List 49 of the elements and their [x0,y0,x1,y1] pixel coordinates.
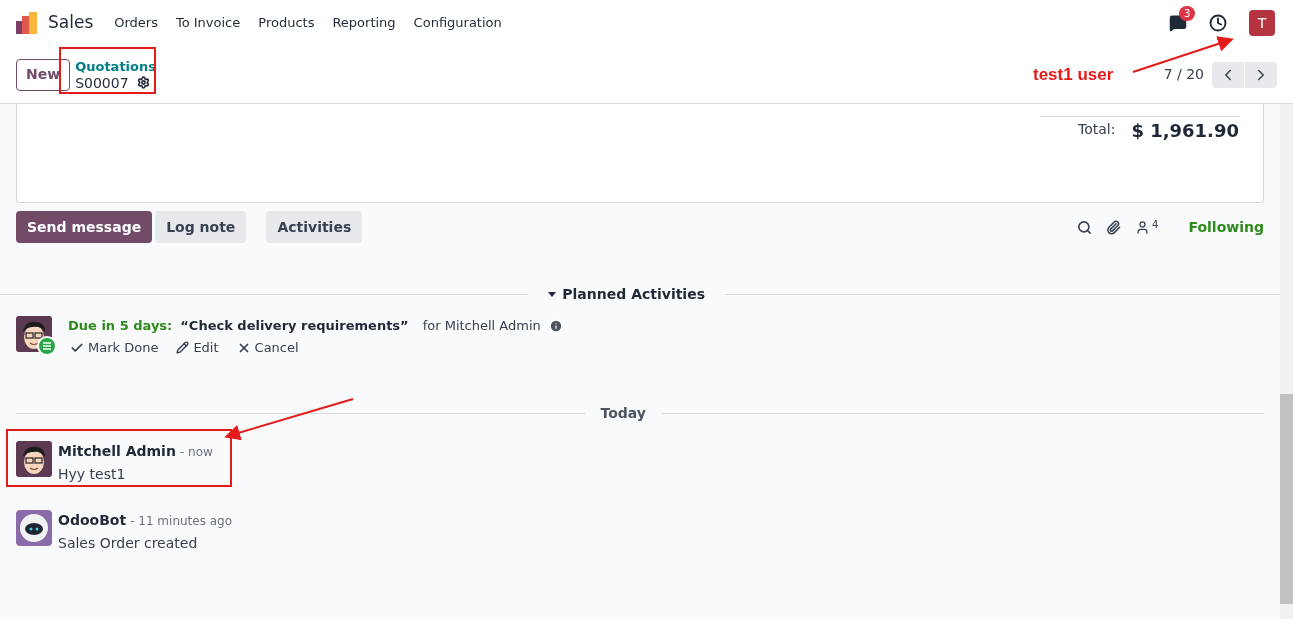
menu-item[interactable]: To Invoice [175,13,241,33]
new-button[interactable]: New [16,58,71,91]
activity-assignee: for Mitchell Admin [422,316,541,335]
activity-action-button[interactable]: Edit [176,338,219,358]
menu-item[interactable]: Orders [114,13,158,33]
next-button[interactable] [1245,61,1277,88]
paperclip-icon[interactable] [1106,219,1122,235]
message-author[interactable]: OdooBot [58,509,127,531]
clock-icon[interactable] [1209,14,1227,32]
message-count-badge: 3 [1179,6,1196,21]
record-name: S00007 [75,74,129,91]
activity-action-button[interactable]: Cancel [236,338,299,358]
chatter-button[interactable]: Activities [266,211,363,243]
pager-value: 7 / 20 [1163,65,1204,84]
search-icon[interactable] [1077,219,1093,235]
chatter-button[interactable]: Log note [155,211,247,243]
message-author[interactable]: Mitchell Admin [58,440,176,462]
cartoon-avatar-icon [16,440,52,477]
activity-type-icon [37,336,57,356]
caret-icon [548,292,557,297]
planned-activities-toggle[interactable]: Planned Activities [528,284,725,305]
app-logo-icon [16,12,38,34]
user-avatar[interactable]: T [1249,10,1275,36]
annotation-label: test1 user [1033,64,1114,86]
activity-summary: “Check delivery requirements” [180,316,409,335]
message-time: - now [179,443,213,461]
menu-item[interactable]: Reporting [332,13,396,33]
chatter-button[interactable]: Send message [16,211,153,243]
due-label: Due in 5 days: [68,316,173,335]
total-amount: $ 1,961.90 [1131,119,1239,143]
settings-icon[interactable] [136,76,150,89]
message-time: - 11 minutes ago [130,512,233,530]
following-button[interactable]: Following [1188,216,1264,238]
followers-count: 4 [1152,219,1159,230]
message-body: Hyy test1 [58,464,127,484]
robot-avatar-icon [16,509,52,546]
menu-item[interactable]: Products [258,13,315,33]
app-name[interactable]: Sales [48,10,94,36]
scrollbar[interactable] [1280,104,1293,619]
activity-action-button[interactable]: Mark Done [70,338,159,358]
day-separator: Today [599,403,647,423]
info-icon[interactable] [548,318,563,333]
message-body: Sales Order created [58,533,199,553]
previous-button[interactable] [1212,61,1244,88]
menu-item[interactable]: Configuration [413,13,502,33]
pencil-icon [176,341,190,355]
breadcrumb-link[interactable]: Quotations [75,58,156,75]
total-label: Total: [1076,120,1117,139]
followers-icon[interactable] [1135,219,1151,235]
